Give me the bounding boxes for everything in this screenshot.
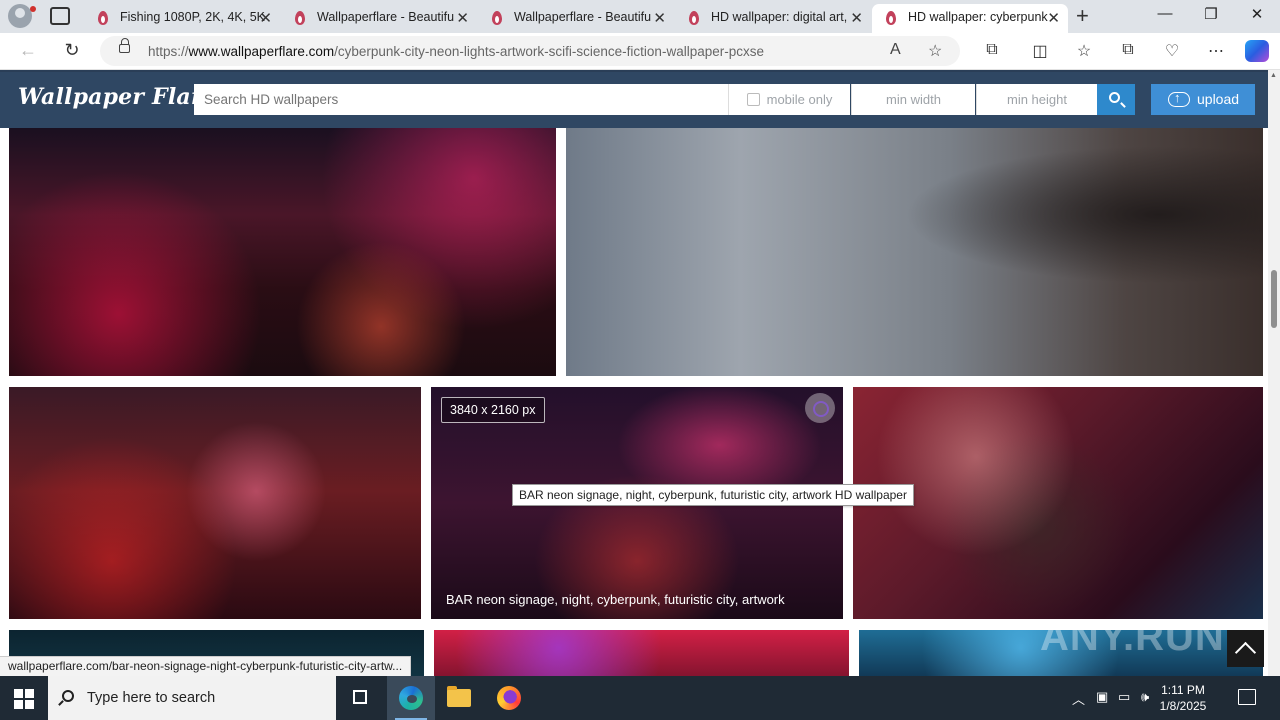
copilot-icon[interactable] xyxy=(1245,40,1269,62)
browser-tab-2[interactable]: Wallpaperflare - Beautifu ✕ xyxy=(281,4,477,33)
wallpaperflare-favicon-icon xyxy=(687,11,701,25)
read-aloud-icon[interactable]: A xyxy=(890,41,901,59)
taskbar-search-box[interactable]: Type here to search xyxy=(48,676,336,720)
wallpaperflare-favicon-icon xyxy=(96,11,110,25)
search-icon xyxy=(62,690,74,702)
page-scrollbar[interactable]: ▲ xyxy=(1268,70,1280,676)
mobile-only-checkbox[interactable] xyxy=(746,93,760,106)
profile-notification-dot xyxy=(30,6,36,12)
tray-chevron-icon[interactable]: ︿ xyxy=(1072,689,1085,708)
settings-more-icon[interactable]: ⋯ xyxy=(1204,41,1228,61)
status-bar-link: wallpaperflare.com/bar-neon-signage-nigh… xyxy=(0,656,412,677)
upload-cloud-icon xyxy=(1168,90,1190,107)
file-explorer-icon[interactable] xyxy=(435,676,483,720)
clock-date: 1/8/2025 xyxy=(1159,699,1207,713)
task-view-icon[interactable] xyxy=(336,676,384,720)
back-to-top-button[interactable] xyxy=(1227,630,1264,667)
scroll-up-icon[interactable]: ▲ xyxy=(1270,72,1277,79)
tab-title: Fishing 1080P, 2K, 4K, 5K xyxy=(120,10,266,24)
wallpaper-caption[interactable]: BAR neon signage, night, cyberpunk, futu… xyxy=(446,592,785,607)
windows-taskbar: Type here to search ︿ ▣ ▭ 🕪 1:11 PM 1/8/… xyxy=(0,676,1280,720)
tab-title: HD wallpaper: cyberpunk xyxy=(908,10,1048,24)
wallpaperflare-favicon-icon xyxy=(293,11,307,25)
lock-icon[interactable] xyxy=(119,38,130,53)
extensions-icon[interactable]: ⧉ xyxy=(980,41,1004,59)
browser-tab-5-active[interactable]: HD wallpaper: cyberpunk ✕ xyxy=(872,4,1068,33)
window-minimize-icon[interactable]: — xyxy=(1150,5,1180,22)
search-icon xyxy=(1109,92,1120,103)
meet-now-icon[interactable]: ▣ xyxy=(1096,689,1108,705)
resolution-badge: 3840 x 2160 px xyxy=(441,397,545,423)
tab-close-icon[interactable]: ✕ xyxy=(456,9,469,27)
firefox-icon[interactable] xyxy=(485,676,533,720)
window-restore-icon[interactable]: ❐ xyxy=(1196,5,1226,23)
back-arrow-icon[interactable]: ← xyxy=(16,40,40,61)
browser-tab-3[interactable]: Wallpaperflare - Beautifu ✕ xyxy=(478,4,674,33)
upload-label: upload xyxy=(1197,91,1240,107)
scroll-thumb[interactable] xyxy=(1271,270,1277,328)
favorite-star-icon[interactable]: ☆ xyxy=(928,41,942,61)
browser-tab-4[interactable]: HD wallpaper: digital art, ✕ xyxy=(675,4,871,33)
mobile-only-filter[interactable]: mobile only xyxy=(728,84,850,115)
hover-tooltip: BAR neon signage, night, cyberpunk, futu… xyxy=(512,484,914,506)
mobile-only-label: mobile only xyxy=(766,92,833,107)
clock-time: 1:11 PM xyxy=(1161,683,1205,697)
window-close-icon[interactable]: ✕ xyxy=(1242,5,1272,23)
tab-actions-icon[interactable] xyxy=(50,7,70,25)
address-bar[interactable]: https://www.wallpaperflare.com/cyberpunk… xyxy=(100,36,960,66)
min-width-field[interactable]: min width xyxy=(851,84,975,115)
taskbar-search-placeholder: Type here to search xyxy=(87,690,216,706)
browser-tab-1[interactable]: Fishing 1080P, 2K, 4K, 5K ✕ xyxy=(84,4,280,33)
tab-title: HD wallpaper: digital art, xyxy=(711,10,848,24)
wallpaperflare-favicon-icon xyxy=(884,11,898,25)
tab-close-icon[interactable]: ✕ xyxy=(653,9,666,27)
search-button[interactable] xyxy=(1097,84,1135,115)
tab-title: Wallpaperflare - Beautifu xyxy=(317,10,455,24)
tab-close-icon[interactable]: ✕ xyxy=(259,9,272,27)
site-header: Wallpaper Flare mobile only min width mi… xyxy=(0,70,1268,128)
wallpaper-thumbnail[interactable] xyxy=(9,128,556,376)
upload-button[interactable]: upload xyxy=(1151,84,1255,115)
taskbar-clock[interactable]: 1:11 PM 1/8/2025 xyxy=(1148,682,1218,714)
notification-center-icon[interactable] xyxy=(1238,689,1256,705)
collections-icon[interactable]: ⧉ xyxy=(1116,41,1140,59)
search-input[interactable] xyxy=(194,84,728,115)
wallpaper-thumbnail[interactable] xyxy=(434,630,849,676)
min-height-field[interactable]: min height xyxy=(976,84,1097,115)
anyrun-watermark: ANY.RUN xyxy=(1040,615,1225,659)
profile-avatar-icon[interactable] xyxy=(8,4,32,28)
wallpaper-thumbnail[interactable] xyxy=(853,387,1263,619)
network-icon[interactable]: ▭ xyxy=(1118,689,1130,705)
refresh-icon[interactable]: ↻ xyxy=(60,40,84,61)
new-tab-icon[interactable]: + xyxy=(1076,3,1089,29)
wallpaper-thumbnail[interactable] xyxy=(9,387,421,619)
tab-close-icon[interactable]: ✕ xyxy=(850,9,863,27)
wallpaper-gallery: 3840 x 2160 px BAR neon signage, night, … xyxy=(0,128,1268,676)
wallpaper-thumbnail[interactable] xyxy=(566,128,1263,376)
tab-title: Wallpaperflare - Beautifu xyxy=(514,10,652,24)
split-screen-icon[interactable]: ◫ xyxy=(1028,41,1052,61)
start-windows-icon[interactable] xyxy=(14,689,34,709)
tab-close-icon[interactable]: ✕ xyxy=(1047,9,1060,27)
url-text[interactable]: https://www.wallpaperflare.com/cyberpunk… xyxy=(148,44,764,59)
browser-essentials-icon[interactable]: ♡ xyxy=(1160,41,1184,61)
favorites-icon[interactable]: ☆ xyxy=(1072,41,1096,61)
browser-toolbar: ← ↻ https://www.wallpaperflare.com/cyber… xyxy=(0,33,1280,70)
site-logo[interactable]: Wallpaper Flare xyxy=(18,84,217,110)
browser-tab-strip: Fishing 1080P, 2K, 4K, 5K ✕ Wallpaperfla… xyxy=(0,0,1280,33)
wallpaperflare-favicon-icon xyxy=(490,11,504,25)
edge-browser-icon[interactable] xyxy=(387,676,435,720)
visual-search-icon[interactable] xyxy=(805,393,835,423)
